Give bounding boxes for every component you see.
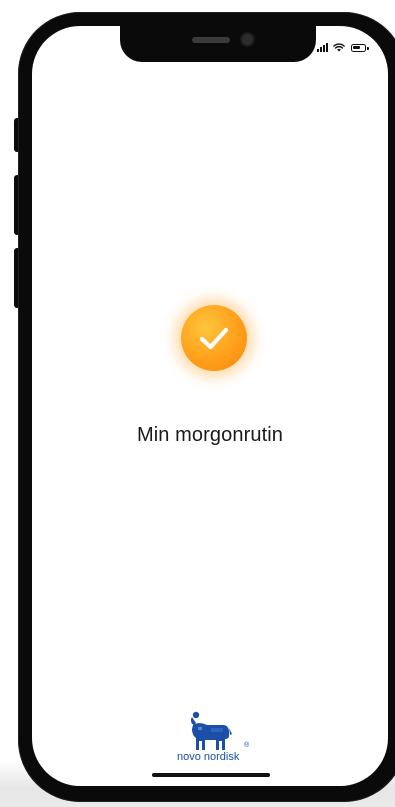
speaker-grille — [192, 37, 230, 43]
phone-screen: Min morgonrutin novo nordisk ® — [32, 26, 388, 786]
home-indicator[interactable] — [152, 773, 270, 777]
brand-logo: novo nordisk ® — [173, 710, 263, 770]
apis-bull-logo-icon — [190, 711, 232, 750]
notch — [120, 26, 316, 62]
front-camera — [242, 34, 253, 45]
completed-check-badge — [181, 305, 247, 371]
wifi-icon — [333, 43, 345, 52]
phone-frame: Min morgonrutin novo nordisk ® — [18, 12, 395, 802]
checkmark-icon — [199, 327, 229, 350]
cellular-signal-icon — [317, 43, 329, 52]
registered-mark: ® — [244, 742, 250, 749]
stage: Min morgonrutin novo nordisk ® — [0, 0, 395, 807]
battery-icon — [351, 44, 369, 52]
brand-name: novo nordisk — [177, 751, 240, 763]
status-bar-icons — [317, 40, 369, 52]
routine-title: Min morgonrutin — [136, 424, 283, 446]
